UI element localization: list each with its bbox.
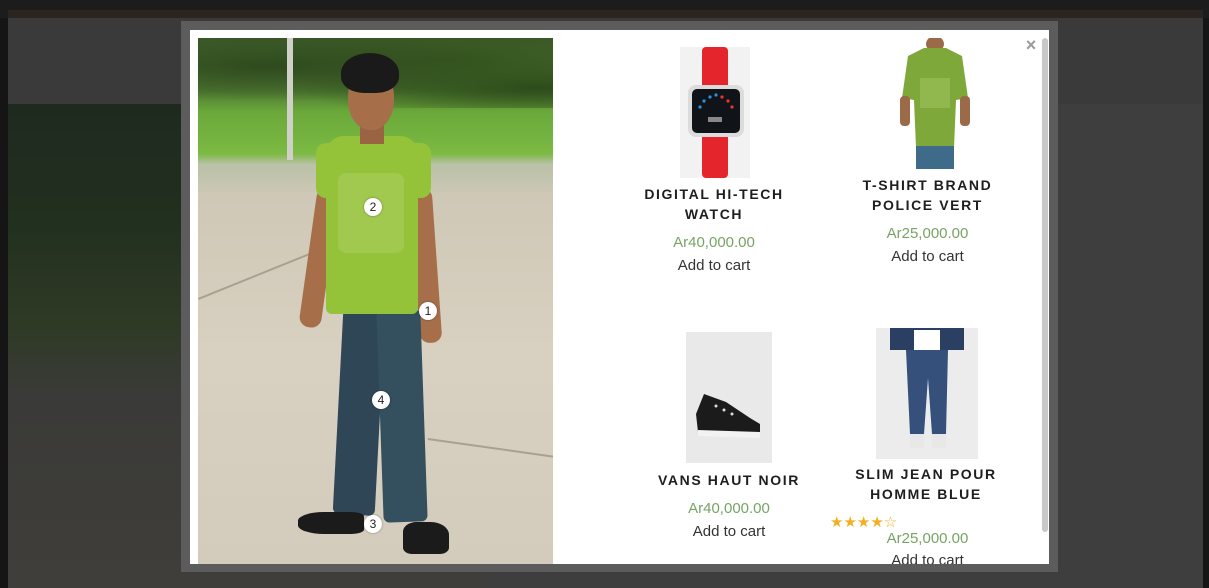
product-name[interactable]: SLIM JEAN POUR HOMME BLUE	[840, 464, 1012, 504]
product-image[interactable]	[890, 36, 980, 169]
product-name[interactable]: VANS HAUT NOIR	[640, 470, 818, 490]
product-price: Ar40,000.00	[673, 234, 755, 251]
product-price: Ar40,000.00	[688, 500, 770, 517]
product-name[interactable]: DIGITAL HI-TECH WATCH	[640, 184, 788, 224]
product-image[interactable]	[680, 47, 750, 178]
lookbook-modal: 1 2 3 4 DIGITAL HI-TECH WATCH Ar40,000.0…	[190, 30, 1049, 564]
jeans-image-icon	[890, 328, 964, 448]
rating-stars: ★★★★☆	[830, 514, 898, 531]
background-edge	[0, 18, 8, 588]
product-image[interactable]	[686, 332, 772, 463]
product-price: Ar25,000.00	[886, 225, 969, 242]
modal-scrollbar[interactable]	[1042, 38, 1048, 532]
add-to-cart-button[interactable]: Add to cart	[850, 248, 1005, 265]
watch-image-icon	[688, 47, 744, 178]
background-topbar	[0, 0, 1209, 18]
product-price: Ar25,000.00	[886, 530, 969, 547]
hotspot-4[interactable]: 4	[372, 391, 390, 409]
hotspot-3[interactable]: 3	[364, 515, 382, 533]
sneaker-image-icon	[696, 394, 760, 438]
add-to-cart-button[interactable]: Add to cart	[640, 257, 788, 274]
add-to-cart-button[interactable]: Add to cart	[850, 552, 1005, 564]
product-image[interactable]	[876, 328, 978, 459]
hotspot-1[interactable]: 1	[419, 302, 437, 320]
hotspot-2[interactable]: 2	[364, 198, 382, 216]
product-name[interactable]: T-SHIRT BRAND POLICE VERT	[850, 175, 1005, 215]
tshirt-image-icon	[900, 36, 970, 169]
lookbook-photo: 1 2 3 4	[198, 38, 553, 564]
close-icon[interactable]: ×	[1022, 36, 1040, 54]
add-to-cart-button[interactable]: Add to cart	[640, 523, 818, 540]
background-edge	[1203, 18, 1209, 588]
